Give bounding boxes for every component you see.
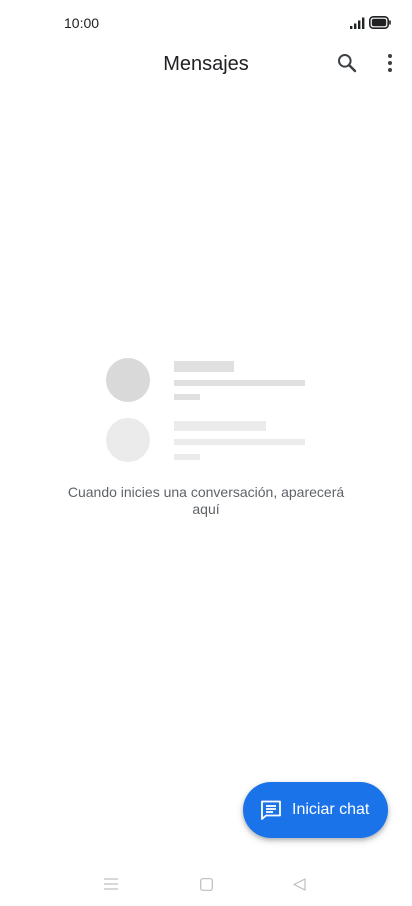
messages-screen: 10:00 Mensajes Cuando inicies una conver… bbox=[0, 0, 412, 906]
menu-icon bbox=[104, 878, 118, 890]
status-time: 10:00 bbox=[64, 15, 100, 31]
home-square-icon bbox=[199, 877, 213, 891]
placeholder-line-1 bbox=[174, 380, 305, 386]
search-icon bbox=[338, 54, 357, 73]
placeholder-title-2 bbox=[174, 421, 266, 431]
more-options-button[interactable] bbox=[370, 43, 410, 83]
nav-home-button[interactable] bbox=[194, 872, 218, 896]
nav-recents-button[interactable] bbox=[99, 872, 123, 896]
search-button[interactable] bbox=[327, 43, 367, 83]
signal-icon bbox=[350, 17, 365, 29]
placeholder-short-1 bbox=[174, 394, 200, 400]
placeholder-short-2 bbox=[174, 454, 200, 460]
nav-back-button[interactable] bbox=[287, 872, 311, 896]
placeholder-avatar-2 bbox=[106, 418, 150, 462]
empty-state-message: Cuando inicies una conversación, aparece… bbox=[67, 484, 345, 517]
placeholder-title-1 bbox=[174, 361, 234, 372]
chat-message-icon bbox=[261, 800, 281, 820]
start-chat-button[interactable]: Iniciar chat bbox=[243, 782, 388, 838]
placeholder-line-2 bbox=[174, 439, 305, 445]
empty-state-illustration bbox=[106, 358, 305, 462]
more-vert-icon bbox=[388, 54, 392, 72]
placeholder-avatar-1 bbox=[106, 358, 150, 402]
start-chat-label: Iniciar chat bbox=[292, 801, 370, 818]
battery-icon bbox=[369, 16, 391, 29]
back-triangle-icon bbox=[292, 877, 306, 891]
